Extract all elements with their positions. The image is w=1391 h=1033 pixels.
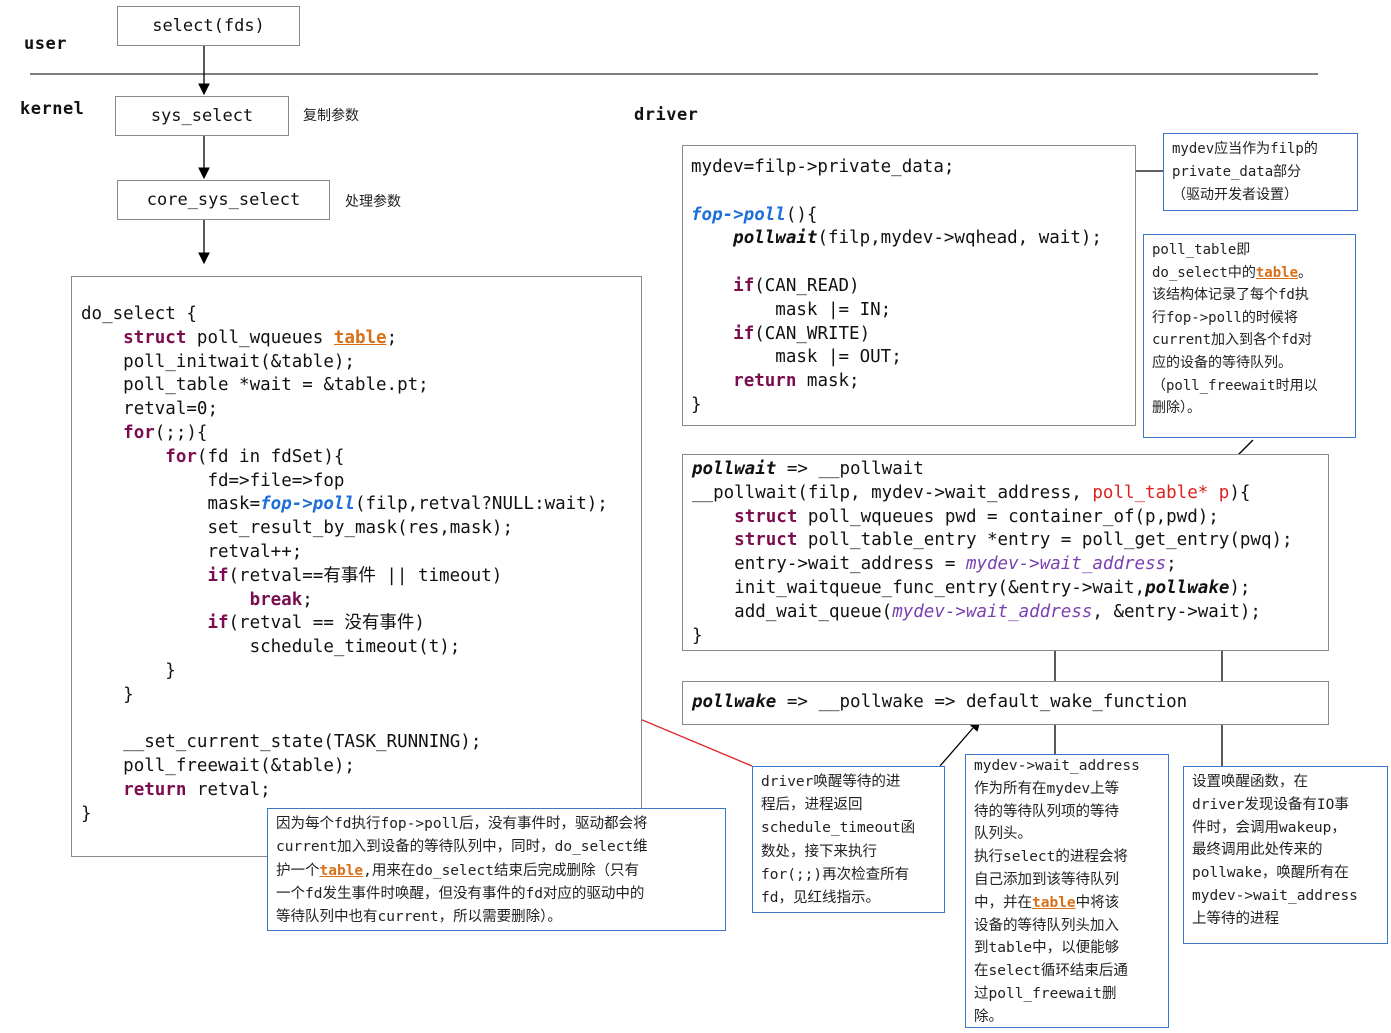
note-freewait: 因为每个fd执行fop->poll后，没有事件时，驱动都会将 current加入… bbox=[267, 808, 726, 931]
pollwait-code: pollwait => __pollwait __pollwait(filp, … bbox=[692, 459, 1293, 646]
table-highlight: table bbox=[333, 327, 387, 348]
core-sys-select-note: 处理参数 bbox=[345, 194, 401, 210]
pollwait-box: pollwait => __pollwait __pollwait(filp, … bbox=[682, 454, 1329, 651]
pollwake-box: pollwake => __pollwake => default_wake_f… bbox=[682, 681, 1329, 725]
core-sys-select-box: core_sys_select bbox=[117, 180, 330, 220]
note-wakeup-function: 设置唤醒函数，在 driver发现设备有IO事 件时，会调用wakeup， 最终… bbox=[1183, 766, 1388, 944]
schedule-timeout-line: schedule_timeout(t); bbox=[249, 637, 461, 658]
kernel-label: kernel bbox=[20, 99, 85, 119]
fop-poll-code: mydev=filp->private_data; fop->poll(){ p… bbox=[691, 157, 1102, 415]
user-label: user bbox=[24, 34, 67, 54]
note-private-data: mydev应当作为filp的 private_data部分 （驱动开发者设置） bbox=[1163, 133, 1358, 211]
do-select-box: do_select { struct poll_wqueues table; p… bbox=[71, 276, 642, 857]
note-wait-address: mydev->wait_address 作为所有在mydev上等 待的等待队列项… bbox=[965, 754, 1169, 1028]
note-wake-back: driver唤醒等待的进 程后，进程返回 schedule_timeout函 数… bbox=[752, 766, 945, 913]
poll-freewait-line: poll_freewait(&table); bbox=[123, 756, 355, 777]
note-poll-table: poll_table即 do_select中的table。 该结构体记录了每个f… bbox=[1143, 234, 1356, 438]
do-select-code: do_select { struct poll_wqueues table; p… bbox=[81, 304, 608, 824]
fop-poll-box: mydev=filp->private_data; fop->poll(){ p… bbox=[682, 145, 1136, 426]
select-box: select(fds) bbox=[117, 6, 300, 46]
pollwake-code: pollwake => __pollwake => default_wake_f… bbox=[692, 692, 1188, 712]
sys-select-note: 复制参数 bbox=[303, 108, 359, 124]
sys-select-box: sys_select bbox=[115, 96, 289, 136]
driver-label: driver bbox=[634, 105, 699, 125]
